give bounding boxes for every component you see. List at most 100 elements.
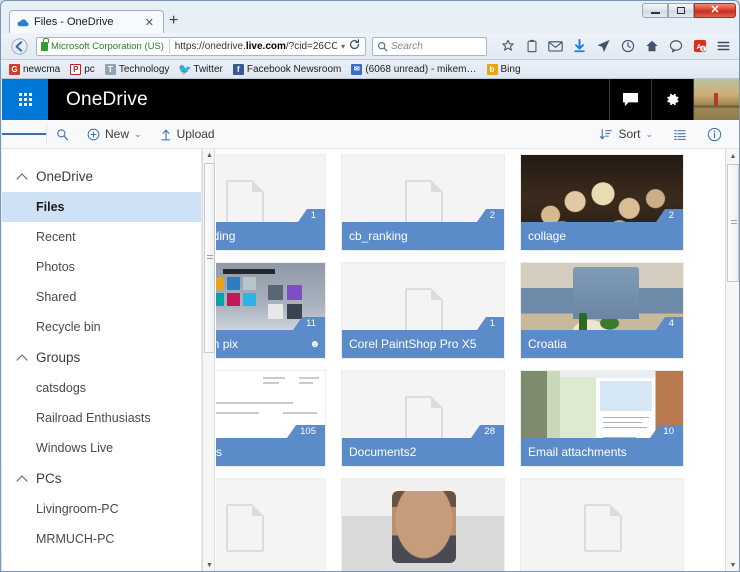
table-row[interactable]: 4 Croatia xyxy=(520,262,684,359)
tile-name-bar: cb_ranking xyxy=(342,222,505,250)
chevron-down-icon: ⌄ xyxy=(134,129,142,140)
feedback-icon[interactable] xyxy=(609,79,651,120)
sidebar-item-recent[interactable]: Recent xyxy=(2,222,201,252)
tile-name: Corel PaintShop Pro X5 xyxy=(349,337,476,351)
address-dropdown-caret-icon[interactable]: ▾ xyxy=(337,42,349,51)
bookmark-item[interactable]: P pc xyxy=(67,64,98,75)
tile-item-count: 11 xyxy=(302,317,325,330)
tile-name-bar: Corel PaintShop Pro X5 xyxy=(342,330,505,358)
bookmark-star-icon[interactable] xyxy=(500,39,515,54)
tile-thumbnail xyxy=(521,479,684,572)
onedrive-cloud-icon xyxy=(16,16,29,29)
chevron-up-icon xyxy=(18,474,27,483)
table-row[interactable] xyxy=(341,478,505,572)
new-button[interactable]: New ⌄ xyxy=(78,120,151,149)
bookmark-item[interactable]: T Technology xyxy=(102,64,173,75)
sidebar-item-shared[interactable]: Shared xyxy=(2,282,201,312)
table-row[interactable]: 28 Documents2 xyxy=(341,370,505,467)
app-launcher-waffle-button[interactable] xyxy=(2,79,48,120)
tab-files-onedrive[interactable]: Files - OneDrive ✕ xyxy=(9,10,164,33)
url-text: https://onedrive.live.com/?cid=26CC25C80… xyxy=(175,41,337,52)
bookmark-label: Technology xyxy=(119,64,170,75)
sidebar-scrollbar[interactable]: ▲ ▼ xyxy=(202,149,215,572)
bookmark-label: Twitter xyxy=(193,64,222,75)
browser-toolbar-icons: A5 xyxy=(487,39,739,54)
bookmark-favicon: P xyxy=(70,64,81,75)
info-circle-icon xyxy=(707,127,722,142)
tile-item-count: 2 xyxy=(486,209,504,222)
bookmark-favicon: f xyxy=(233,64,244,75)
shared-people-icon: ☻ xyxy=(309,339,320,350)
sidebar-item-catsdogs[interactable]: catsdogs xyxy=(2,373,201,403)
svg-text:5: 5 xyxy=(701,47,704,53)
mail-icon[interactable] xyxy=(548,39,563,54)
scroll-up-arrow-icon[interactable]: ▲ xyxy=(203,149,216,162)
chat-bubble-icon[interactable] xyxy=(668,39,683,54)
sidebar-item-files[interactable]: Files xyxy=(2,192,201,222)
sidebar-item-photos[interactable]: Photos xyxy=(2,252,201,282)
sidebar-item-windows-live[interactable]: Windows Live xyxy=(2,433,201,463)
reading-list-icon[interactable] xyxy=(524,39,539,54)
history-clock-icon[interactable] xyxy=(620,39,635,54)
address-bar[interactable]: Microsoft Corporation (US) https://onedr… xyxy=(36,37,366,56)
table-row[interactable]: 2 collage xyxy=(520,154,684,251)
table-row[interactable]: 2 cb_ranking xyxy=(341,154,505,251)
upload-button[interactable]: Upload xyxy=(151,120,224,149)
table-row[interactable]: 1 all recording xyxy=(216,154,326,251)
table-row[interactable]: 1 Corel PaintShop Pro X5 xyxy=(341,262,505,359)
table-row[interactable] xyxy=(520,478,684,572)
sidebar-group-pcs[interactable]: PCs xyxy=(2,463,201,494)
tile-name: Documents2 xyxy=(349,445,416,459)
home-icon[interactable] xyxy=(644,39,659,54)
table-row[interactable]: 10 Email attachments xyxy=(520,370,684,467)
scroll-up-arrow-icon[interactable]: ▲ xyxy=(726,149,739,163)
face-photo-thumbnail xyxy=(342,479,505,572)
bookmark-item[interactable]: 🐦 Twitter xyxy=(176,64,225,75)
navigation-menu-toggle[interactable] xyxy=(2,131,46,138)
table-row[interactable] xyxy=(216,478,326,572)
new-tab-button[interactable]: + xyxy=(169,13,178,29)
page-scrollbar[interactable]: ▲ ▼ xyxy=(725,149,739,572)
sidebar-item-livingroom-pc[interactable]: Livingroom-PC xyxy=(2,494,201,524)
bookmark-item[interactable]: f Facebook Newsroom xyxy=(230,64,344,75)
browser-search-input[interactable]: Search xyxy=(372,37,487,56)
bookmark-item[interactable]: b Bing xyxy=(484,64,524,75)
tile-item-count: 28 xyxy=(480,425,504,438)
view-toggle-button[interactable] xyxy=(664,120,696,149)
reload-icon[interactable] xyxy=(349,39,365,53)
bookmark-favicon: ✉ xyxy=(351,64,362,75)
sidebar-group-groups[interactable]: Groups xyxy=(2,342,201,373)
search-button[interactable] xyxy=(47,120,78,149)
sidebar-group-onedrive[interactable]: OneDrive xyxy=(2,161,201,192)
menu-hamburger-icon[interactable] xyxy=(716,39,731,54)
sidebar-item-recycle-bin[interactable]: Recycle bin xyxy=(2,312,201,342)
sidebar-item-mrmuch-pc[interactable]: MRMUCH-PC xyxy=(2,524,201,554)
tile-item-count: 1 xyxy=(307,209,325,222)
scroll-down-arrow-icon[interactable]: ▼ xyxy=(203,559,216,572)
navigation-bar: Microsoft Corporation (US) https://onedr… xyxy=(1,33,739,60)
tile-name: collage xyxy=(528,229,566,243)
table-row[interactable]: 105 ocuments xyxy=(216,370,326,467)
account-avatar[interactable] xyxy=(693,79,739,120)
tab-close-icon[interactable]: ✕ xyxy=(142,16,157,29)
adblock-icon[interactable]: A5 xyxy=(692,39,707,54)
bookmark-item[interactable]: ✉ (6068 unread) - mikem… xyxy=(348,64,479,75)
tile-name: ocuments xyxy=(216,445,222,459)
tile-thumbnail xyxy=(216,479,326,572)
bookmark-label: Bing xyxy=(501,64,521,75)
tile-item-count: 105 xyxy=(296,425,325,438)
tile-name-bar: all recording xyxy=(216,222,326,250)
settings-gear-icon[interactable] xyxy=(651,79,693,120)
scroll-down-arrow-icon[interactable]: ▼ xyxy=(726,558,739,572)
downloads-icon[interactable] xyxy=(572,39,587,54)
sidebar-item-railroad-enthusiasts[interactable]: Railroad Enthusiasts xyxy=(2,403,201,433)
bookmark-item[interactable]: G newcma xyxy=(6,64,63,75)
share-icon[interactable] xyxy=(596,39,611,54)
table-row[interactable]: 11 ontinuum pix ☻ xyxy=(216,262,326,359)
sidebar-scrollbar-thumb[interactable] xyxy=(204,163,215,353)
page-scrollbar-thumb[interactable] xyxy=(727,164,739,282)
tile-name-bar: Email attachments xyxy=(521,438,684,466)
sort-button[interactable]: Sort ⌄ xyxy=(590,120,662,149)
back-button[interactable] xyxy=(6,35,32,57)
info-button[interactable] xyxy=(698,120,731,149)
